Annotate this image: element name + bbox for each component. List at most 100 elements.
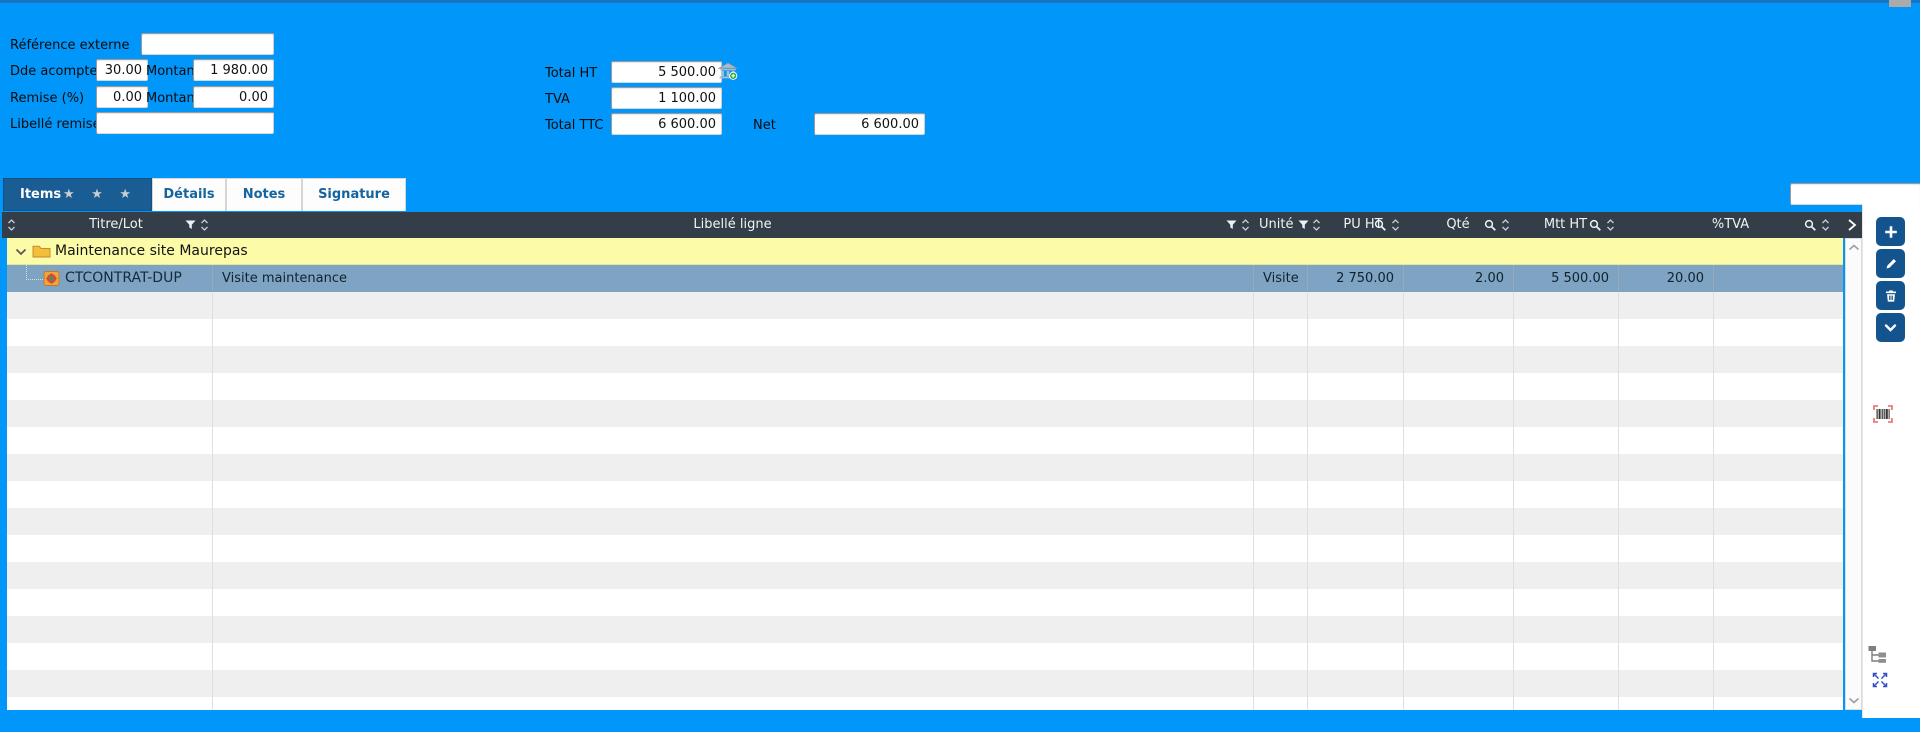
tab-details[interactable]: Détails [152, 178, 226, 211]
dde-montant-label: Montant [146, 62, 200, 82]
cell-unite: Visite [1253, 265, 1307, 292]
more-actions-button[interactable] [1876, 313, 1905, 342]
remise-montant-label: Montant [146, 89, 200, 109]
sort-icon[interactable] [1312, 218, 1321, 232]
sort-icon[interactable] [1391, 218, 1400, 232]
sort-icon[interactable] [1606, 218, 1615, 232]
window-top-edge [0, 0, 1920, 3]
table-empty-row[interactable] [7, 319, 1843, 346]
dde-montant-input[interactable] [193, 59, 274, 81]
column-header-pct-tva[interactable]: %TVA [1618, 212, 1843, 238]
dde-acompte-input[interactable] [96, 59, 148, 81]
sort-icon[interactable] [1501, 218, 1510, 232]
column-gridline [1253, 292, 1254, 710]
group-row-label: Maintenance site Maurepas [55, 238, 248, 265]
folder-icon [32, 244, 51, 258]
grid-search-input[interactable] [1790, 183, 1920, 205]
cell-libelle: Visite maintenance [212, 265, 1253, 292]
hierarchy-view-icon[interactable] [1867, 643, 1887, 663]
column-label: Mtt HT [1513, 212, 1618, 238]
sort-icon[interactable] [7, 218, 16, 232]
table-empty-row[interactable] [7, 535, 1843, 562]
column-header-mtt-ht[interactable]: Mtt HT [1513, 212, 1618, 238]
table-selected-row[interactable]: CTCONTRAT-DUP Visite maintenance Visite … [7, 265, 1843, 292]
tab-notes-label: Notes [243, 187, 286, 202]
cell-mtt-ht: 5 500.00 [1513, 265, 1618, 292]
table-empty-area[interactable] [7, 292, 1843, 710]
column-gridline [1618, 292, 1619, 710]
net-input[interactable] [814, 113, 925, 135]
favorite-stars-icon[interactable]: ★ ★ ★ [63, 179, 137, 210]
bank-add-icon[interactable] [717, 61, 739, 81]
libelle-remise-label: Libellé remise [10, 115, 101, 135]
sort-icon[interactable] [1821, 218, 1830, 232]
tva-label: TVA [545, 90, 570, 110]
tab-items[interactable]: Items ★ ★ ★ [3, 178, 152, 211]
column-header-pu-ht[interactable]: PU HT [1323, 212, 1403, 238]
reference-externe-label: Référence externe [10, 36, 130, 56]
column-gridline [1307, 292, 1308, 710]
tab-notes[interactable]: Notes [226, 178, 302, 211]
search-icon[interactable] [1804, 219, 1817, 232]
column-label: Libellé ligne [212, 212, 1253, 238]
expand-all-icon[interactable] [1871, 671, 1889, 689]
search-icon[interactable] [1374, 219, 1387, 232]
table-empty-row[interactable] [7, 670, 1843, 697]
column-header-qte[interactable]: Qté [1403, 212, 1513, 238]
cell-titre: CTCONTRAT-DUP [7, 265, 212, 292]
column-header-libelle-ligne[interactable]: Libellé ligne [212, 212, 1253, 238]
remise-montant-input[interactable] [193, 86, 274, 108]
table-empty-row[interactable] [7, 292, 1843, 319]
net-label: Net [753, 116, 776, 136]
sort-icon[interactable] [1241, 218, 1250, 232]
table-empty-row[interactable] [7, 400, 1843, 427]
sort-icon[interactable] [200, 218, 209, 232]
tab-items-label: Items [20, 187, 61, 202]
tva-input[interactable] [611, 87, 722, 109]
column-header-expander[interactable] [2, 212, 20, 238]
table-empty-row[interactable] [7, 346, 1843, 373]
table-empty-row[interactable] [7, 373, 1843, 400]
table-empty-row[interactable] [7, 562, 1843, 589]
cell-qte: 2.00 [1403, 265, 1513, 292]
scroll-down-icon[interactable] [1847, 695, 1861, 705]
column-label: Titre/Lot [20, 212, 212, 238]
cell-pu-ht: 2 750.00 [1307, 265, 1403, 292]
remise-label: Remise (%) [10, 89, 84, 109]
scroll-columns-right-icon[interactable] [1845, 217, 1859, 233]
barcode-scan-icon[interactable] [1872, 404, 1894, 424]
search-icon[interactable] [1589, 219, 1602, 232]
tab-signature[interactable]: Signature [302, 178, 406, 211]
table-empty-row[interactable] [7, 508, 1843, 535]
table-empty-row[interactable] [7, 481, 1843, 508]
column-label: Unité [1259, 212, 1293, 238]
column-header-unite[interactable]: Unité [1253, 212, 1323, 238]
scroll-up-icon[interactable] [1847, 242, 1861, 252]
table-empty-row[interactable] [7, 454, 1843, 481]
table-empty-row[interactable] [7, 643, 1843, 670]
libelle-remise-input[interactable] [96, 112, 274, 134]
table-group-row[interactable]: Maintenance site Maurepas [7, 238, 1843, 265]
remise-input[interactable] [96, 86, 148, 108]
vertical-scrollbar[interactable] [1845, 238, 1862, 710]
filter-icon[interactable] [1298, 220, 1309, 230]
search-icon[interactable] [1484, 219, 1497, 232]
tab-signature-label: Signature [318, 187, 390, 202]
filter-icon[interactable] [185, 220, 196, 230]
add-line-button[interactable] [1876, 217, 1905, 246]
column-header-titre-lot[interactable]: Titre/Lot [20, 212, 212, 238]
cell-pct-tva: 20.00 [1618, 265, 1713, 292]
total-ttc-input[interactable] [611, 113, 722, 135]
app-window: Référence externe Dde acompte (%) Montan… [0, 0, 1920, 732]
total-ht-input[interactable] [611, 61, 722, 83]
table-empty-row[interactable] [7, 589, 1843, 616]
filter-icon[interactable] [1226, 220, 1237, 230]
collapse-chevron-icon[interactable] [15, 248, 27, 256]
column-gridline [212, 292, 213, 710]
delete-line-button[interactable] [1876, 281, 1905, 310]
edit-line-button[interactable] [1876, 249, 1905, 278]
reference-externe-input[interactable] [141, 33, 274, 55]
table-empty-row[interactable] [7, 427, 1843, 454]
table-empty-row[interactable] [7, 697, 1843, 710]
table-empty-row[interactable] [7, 616, 1843, 643]
